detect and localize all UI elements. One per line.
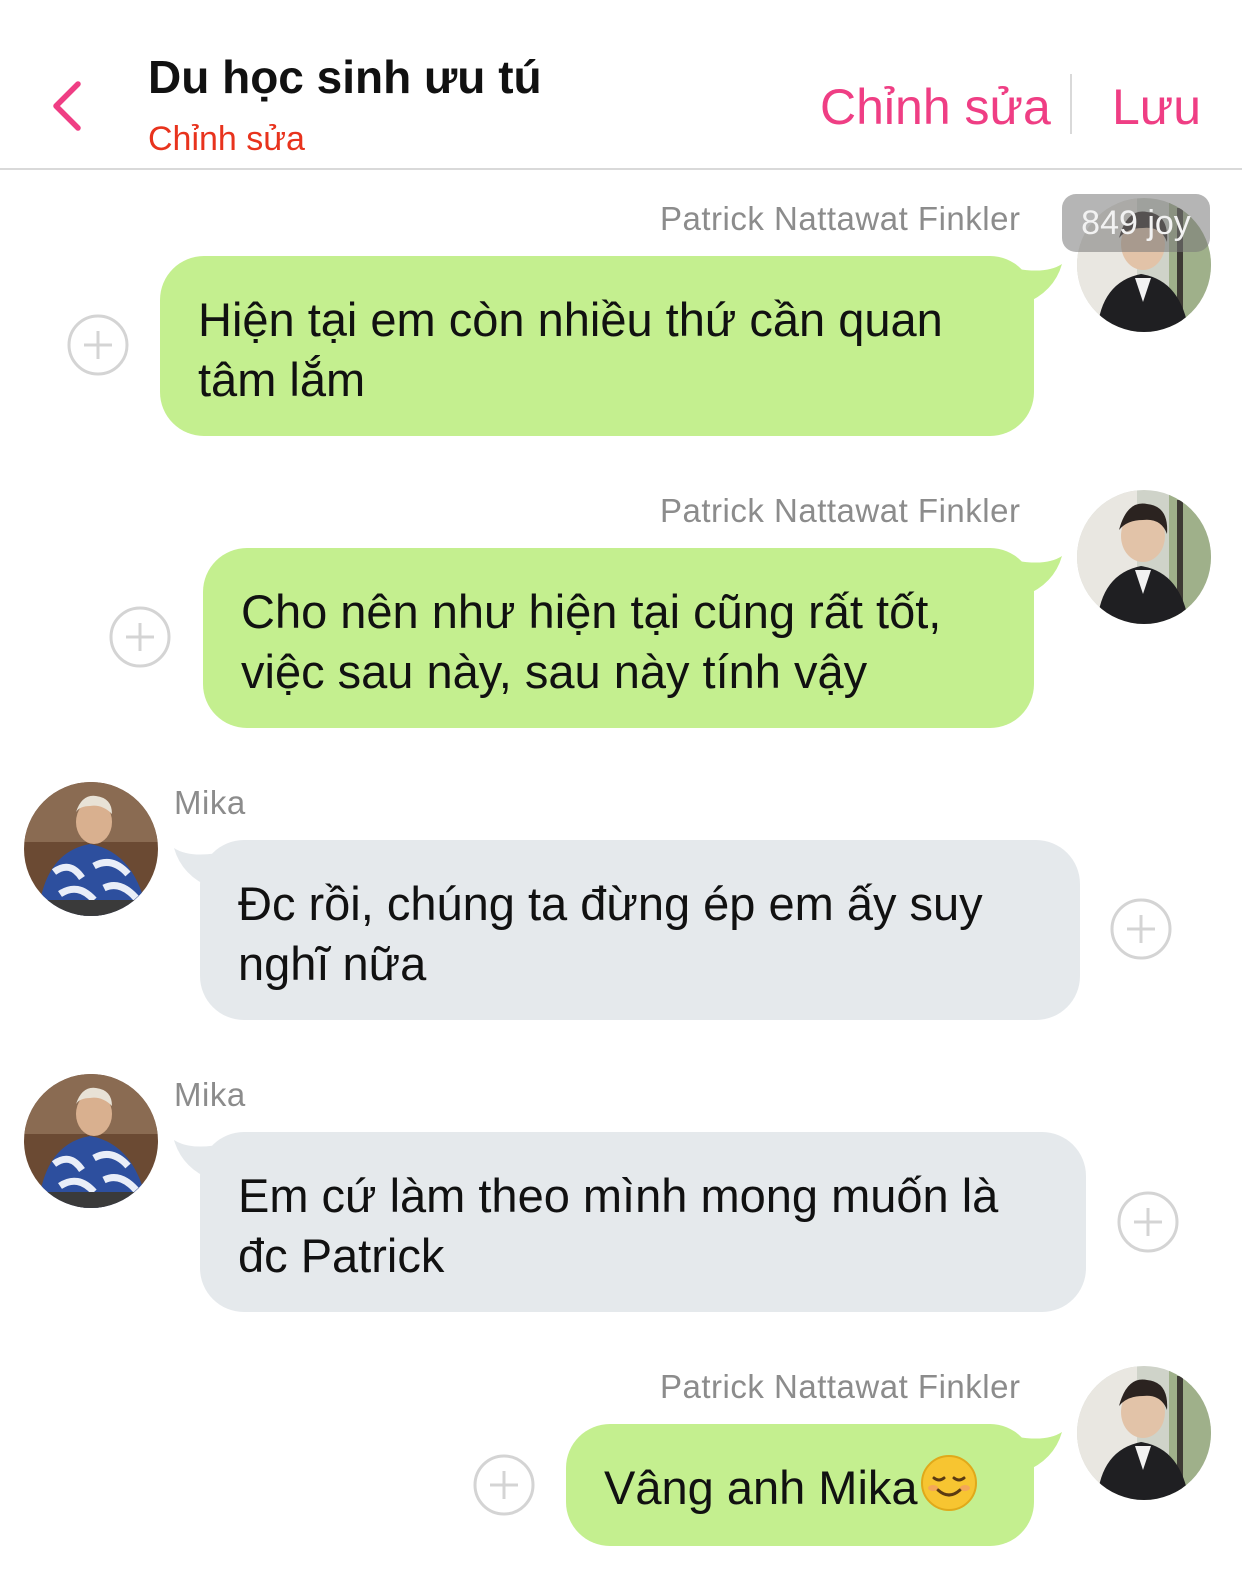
add-reaction-button[interactable]	[472, 1453, 536, 1517]
edit-button[interactable]: Chỉnh sửa	[820, 78, 1051, 136]
plus-circle-icon	[1110, 898, 1172, 960]
message-bubble[interactable]: Em cứ làm theo mình mong muốn là đc Patr…	[200, 1132, 1086, 1312]
relieved-smile-emoji-icon	[920, 1455, 977, 1511]
add-reaction-button[interactable]	[108, 605, 172, 669]
message-bubble[interactable]: Cho nên như hiện tại cũng rất tốt, việc …	[203, 548, 1034, 728]
plus-circle-icon	[473, 1454, 535, 1516]
watermark-label: 849 joy	[1062, 194, 1210, 252]
save-button[interactable]: Lưu	[1112, 78, 1201, 136]
back-button[interactable]	[40, 70, 100, 140]
chat-title: Du học sinh ưu tú	[148, 51, 542, 103]
chat-header: Du học sinh ưu tú Chỉnh sửa Chỉnh sửa Lư…	[0, 0, 1242, 170]
avatar[interactable]	[24, 782, 158, 916]
message-bubble[interactable]: Vâng anh Mika	[566, 1424, 1034, 1546]
chevron-left-icon	[53, 81, 81, 131]
message-bubble[interactable]: Đc rồi, chúng ta đừng ép em ấy suy nghĩ …	[200, 840, 1080, 1020]
sender-name: Patrick Nattawat Finkler	[660, 1368, 1021, 1405]
add-reaction-button[interactable]	[1116, 1190, 1180, 1254]
chat-subtitle[interactable]: Chỉnh sửa	[148, 120, 305, 159]
avatar[interactable]	[1077, 490, 1211, 624]
sender-name: Patrick Nattawat Finkler	[660, 492, 1021, 529]
sender-name: Mika	[174, 1076, 246, 1113]
header-divider	[1070, 74, 1072, 134]
add-reaction-button[interactable]	[1109, 897, 1173, 961]
avatar[interactable]	[1077, 1366, 1211, 1500]
plus-circle-icon	[109, 606, 171, 668]
sender-name: Mika	[174, 784, 246, 821]
add-reaction-button[interactable]	[66, 313, 130, 377]
plus-circle-icon	[67, 314, 129, 376]
message-bubble[interactable]: Hiện tại em còn nhiều thứ cần quan tâm l…	[160, 256, 1034, 436]
avatar[interactable]	[24, 1074, 158, 1208]
sender-name: Patrick Nattawat Finkler	[660, 200, 1021, 237]
message-text: Vâng anh Mika	[604, 1461, 918, 1514]
plus-circle-icon	[1117, 1191, 1179, 1253]
